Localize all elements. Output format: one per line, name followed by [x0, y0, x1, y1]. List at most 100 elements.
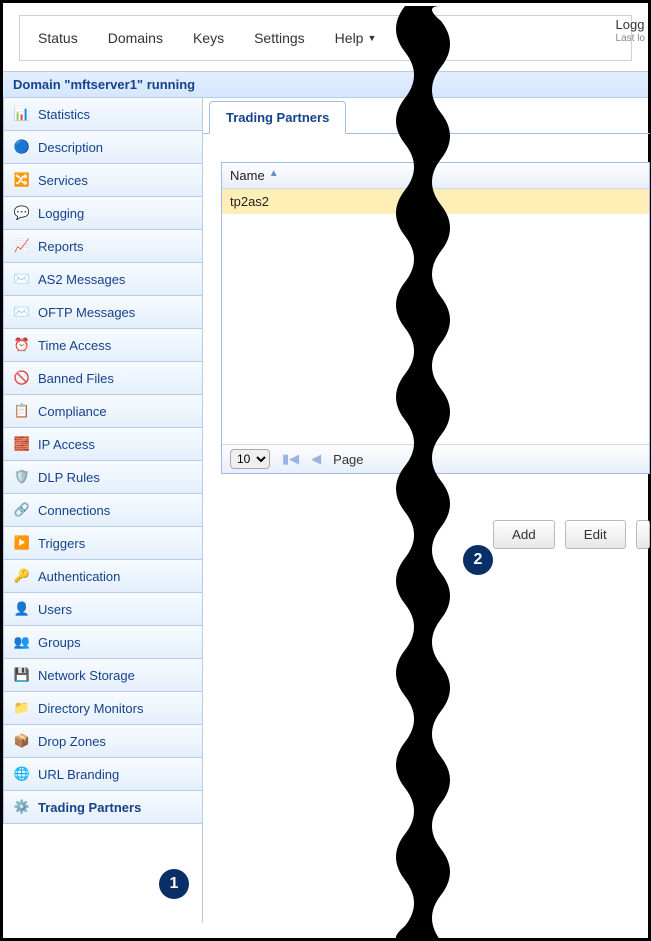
- sidebar-item-reports[interactable]: 📈 Reports: [3, 230, 202, 263]
- sidebar-item-label: Time Access: [38, 338, 111, 353]
- add-button[interactable]: Add: [493, 520, 555, 549]
- sidebar-item-label: Services: [38, 173, 88, 188]
- nav-keys[interactable]: Keys: [193, 30, 224, 46]
- main-area: 📊 Statistics 🔵 Description 🔀 Services 💬 Logg…: [3, 98, 648, 923]
- sidebar-item-label: Statistics: [38, 107, 90, 122]
- sidebar-item-oftp-messages[interactable]: ✉️ OFTP Messages: [3, 296, 202, 329]
- sidebar-item-label: Triggers: [38, 536, 85, 551]
- sidebar-item-label: Drop Zones: [38, 734, 106, 749]
- sidebar-item-as2-messages[interactable]: ✉️ AS2 Messages: [3, 263, 202, 296]
- nav-help[interactable]: Help ▼: [335, 30, 377, 46]
- pager-prev-icon[interactable]: ◀: [311, 451, 321, 467]
- storage-icon: 💾: [14, 667, 30, 683]
- sidebar-item-label: Logging: [38, 206, 84, 221]
- sidebar-item-authentication[interactable]: 🔑 Authentication: [3, 560, 202, 593]
- dropzone-icon: 📦: [14, 733, 30, 749]
- auth-icon: 🔑: [14, 568, 30, 584]
- sidebar-item-network-storage[interactable]: 💾 Network Storage: [3, 659, 202, 692]
- logging-icon: 💬: [14, 205, 30, 221]
- nav-status[interactable]: Status: [38, 30, 78, 46]
- sidebar-item-users[interactable]: 👤 Users: [3, 593, 202, 626]
- pager-first-icon[interactable]: ▮◀: [282, 451, 299, 467]
- sidebar-item-label: Groups: [38, 635, 81, 650]
- annotation-2: 2: [463, 545, 493, 575]
- sidebar-item-label: Network Storage: [38, 668, 135, 683]
- sidebar-item-dlp-rules[interactable]: 🛡️ DLP Rules: [3, 461, 202, 494]
- sidebar-item-drop-zones[interactable]: 📦 Drop Zones: [3, 725, 202, 758]
- annotation-1: 1: [159, 869, 189, 899]
- sort-asc-icon: ▲: [269, 168, 279, 183]
- tab-bar: Trading Partners: [203, 100, 650, 134]
- login-info: Logg Last lo: [616, 17, 645, 45]
- nav-help-label: Help: [335, 30, 364, 46]
- login-line2: Last lo: [616, 33, 645, 45]
- triggers-icon: ▶️: [14, 535, 30, 551]
- table-row[interactable]: tp2as2: [222, 189, 649, 214]
- as2-icon: ✉️: [14, 271, 30, 287]
- compliance-icon: 📋: [14, 403, 30, 419]
- sidebar-item-label: Compliance: [38, 404, 107, 419]
- sidebar-item-label: Directory Monitors: [38, 701, 143, 716]
- tab-trading-partners[interactable]: Trading Partners: [209, 101, 346, 134]
- banned-icon: 🚫: [14, 370, 30, 386]
- sidebar-item-description[interactable]: 🔵 Description: [3, 131, 202, 164]
- sidebar-item-label: IP Access: [38, 437, 95, 452]
- page-label: Page: [333, 452, 363, 467]
- page-size-select[interactable]: 10: [230, 449, 270, 469]
- top-nav: Status Domains Keys Settings Help ▼: [19, 15, 632, 61]
- action-buttons: Add Edit: [203, 520, 650, 549]
- groups-icon: 👥: [14, 634, 30, 650]
- trading-partners-icon: ⚙️: [14, 799, 30, 815]
- sidebar-item-services[interactable]: 🔀 Services: [3, 164, 202, 197]
- content-panel: Trading Partners Name ▲ tp2as2 10 ▮◀ ◀ P…: [203, 98, 650, 923]
- sidebar-item-compliance[interactable]: 📋 Compliance: [3, 395, 202, 428]
- sidebar-item-label: Authentication: [38, 569, 120, 584]
- grid-footer: 10 ▮◀ ◀ Page: [222, 444, 649, 473]
- grid-empty-area: [222, 214, 649, 444]
- sidebar-item-label: Connections: [38, 503, 110, 518]
- sidebar-item-ip-access[interactable]: 🧱 IP Access: [3, 428, 202, 461]
- partners-grid: Name ▲ tp2as2 10 ▮◀ ◀ Page: [221, 162, 650, 474]
- sidebar-item-trading-partners[interactable]: ⚙️ Trading Partners: [3, 791, 202, 824]
- sidebar-item-time-access[interactable]: ⏰ Time Access: [3, 329, 202, 362]
- dlp-icon: 🛡️: [14, 469, 30, 485]
- sidebar-item-statistics[interactable]: 📊 Statistics: [3, 98, 202, 131]
- users-icon: 👤: [14, 601, 30, 617]
- connections-icon: 🔗: [14, 502, 30, 518]
- sidebar: 📊 Statistics 🔵 Description 🔀 Services 💬 Logg…: [3, 98, 203, 923]
- sidebar-item-label: Description: [38, 140, 103, 155]
- sidebar-item-label: AS2 Messages: [38, 272, 125, 287]
- time-icon: ⏰: [14, 337, 30, 353]
- ip-icon: 🧱: [14, 436, 30, 452]
- sidebar-item-label: URL Branding: [38, 767, 119, 782]
- sidebar-item-logging[interactable]: 💬 Logging: [3, 197, 202, 230]
- oftp-icon: ✉️: [14, 304, 30, 320]
- description-icon: 🔵: [14, 139, 30, 155]
- sidebar-item-label: DLP Rules: [38, 470, 100, 485]
- url-icon: 🌐: [14, 766, 30, 782]
- extra-button[interactable]: [636, 520, 650, 549]
- domain-heading: Domain "mftserver1" running: [3, 71, 648, 98]
- sidebar-item-label: OFTP Messages: [38, 305, 135, 320]
- nav-settings[interactable]: Settings: [254, 30, 305, 46]
- dirmon-icon: 📁: [14, 700, 30, 716]
- sidebar-item-label: Users: [38, 602, 72, 617]
- col-name-header: Name: [230, 168, 265, 183]
- nav-domains[interactable]: Domains: [108, 30, 163, 46]
- sidebar-item-connections[interactable]: 🔗 Connections: [3, 494, 202, 527]
- grid-header[interactable]: Name ▲: [222, 163, 649, 189]
- sidebar-item-triggers[interactable]: ▶️ Triggers: [3, 527, 202, 560]
- sidebar-item-label: Trading Partners: [38, 800, 141, 815]
- statistics-icon: 📊: [14, 106, 30, 122]
- sidebar-item-groups[interactable]: 👥 Groups: [3, 626, 202, 659]
- sidebar-item-label: Reports: [38, 239, 84, 254]
- chevron-down-icon: ▼: [367, 33, 376, 43]
- login-line1: Logg: [616, 17, 645, 33]
- sidebar-item-label: Banned Files: [38, 371, 114, 386]
- sidebar-item-url-branding[interactable]: 🌐 URL Branding: [3, 758, 202, 791]
- sidebar-item-directory-monitors[interactable]: 📁 Directory Monitors: [3, 692, 202, 725]
- edit-button[interactable]: Edit: [565, 520, 626, 549]
- reports-icon: 📈: [14, 238, 30, 254]
- sidebar-item-banned-files[interactable]: 🚫 Banned Files: [3, 362, 202, 395]
- services-icon: 🔀: [14, 172, 30, 188]
